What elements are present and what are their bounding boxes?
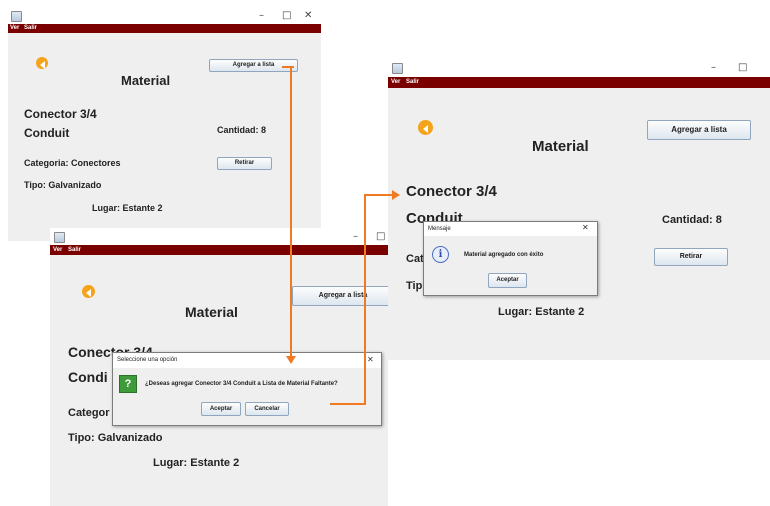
menu-ver[interactable]: Ver <box>10 24 19 33</box>
flow-connector <box>364 194 394 196</box>
flow-arrow-down <box>286 356 296 364</box>
add-to-list-button[interactable]: Agregar a lista <box>647 120 751 140</box>
menu-bar: Ver Salir <box>8 24 321 33</box>
item-name-line2: Conduit <box>24 126 70 140</box>
remove-button[interactable]: Retirar <box>217 157 272 170</box>
accept-button[interactable]: Aceptar <box>201 402 241 416</box>
add-to-list-button[interactable]: Agregar a lista <box>292 286 388 306</box>
back-arrow-icon[interactable] <box>418 120 433 135</box>
dialog-title: Seleccione una opción <box>117 357 178 363</box>
category-label: Categoria: Conectores <box>24 158 121 168</box>
close-button[interactable]: ✕ <box>304 9 312 23</box>
menu-salir[interactable]: Salir <box>68 245 81 255</box>
page-title: Material <box>185 304 238 320</box>
flow-connector <box>364 194 366 405</box>
confirm-dialog: Seleccione una opción ✕ ? ¿Deseas agrega… <box>112 352 382 426</box>
app-icon <box>54 232 65 243</box>
menu-salir[interactable]: Salir <box>406 77 419 88</box>
type-label: Tipo: Galvanizado <box>24 180 102 190</box>
maximize-button[interactable]: □ <box>738 61 747 75</box>
back-arrow-icon[interactable] <box>36 57 48 69</box>
item-name-line2: Condi <box>68 369 108 385</box>
menu-ver[interactable]: Ver <box>53 245 62 255</box>
menu-salir[interactable]: Salir <box>24 24 37 33</box>
item-name-line1: Conector 3/4 <box>406 183 497 200</box>
app-icon <box>11 11 22 22</box>
dialog-close-button[interactable]: ✕ <box>367 355 374 364</box>
page-title: Material <box>532 138 589 155</box>
menu-ver[interactable]: Ver <box>391 77 400 88</box>
window-3: – □ Ver Salir Material Agregar a lista C… <box>388 58 770 360</box>
location-label: Lugar: Estante 2 <box>153 457 240 469</box>
quantity-label: Cantidad: 8 <box>662 214 722 226</box>
back-arrow-icon[interactable] <box>82 285 95 298</box>
location-label: Lugar: Estante 2 <box>92 203 163 213</box>
info-icon: i <box>432 246 449 263</box>
category-label: Categor <box>68 407 110 419</box>
title-bar: – □ <box>50 228 388 245</box>
question-icon: ? <box>119 375 137 393</box>
message-dialog: Mensaje ✕ i Material agregado con éxito … <box>423 221 598 296</box>
type-label: Tip <box>406 280 423 292</box>
category-label: Cat <box>406 253 424 265</box>
item-name-line1: Conector 3/4 <box>24 107 97 121</box>
dialog-title: Mensaje <box>428 226 451 232</box>
title-bar: – □ <box>388 58 770 77</box>
maximize-button[interactable]: □ <box>282 9 291 23</box>
accept-button[interactable]: Aceptar <box>488 273 527 288</box>
minimize-button[interactable]: – <box>353 230 358 244</box>
maximize-button[interactable]: □ <box>376 230 385 244</box>
dialog-message: Material agregado con éxito <box>464 252 544 258</box>
flow-connector <box>330 403 366 405</box>
page-title: Material <box>121 73 171 88</box>
dialog-title-bar: Seleccione una opción <box>113 353 381 368</box>
quantity-label: Cantidad: 8 <box>217 125 267 135</box>
flow-arrow-right <box>392 190 400 200</box>
flow-connector <box>282 66 294 68</box>
minimize-button[interactable]: – <box>711 61 716 75</box>
menu-bar: Ver Salir <box>50 245 388 255</box>
type-label: Tipo: Galvanizado <box>68 432 163 444</box>
app-icon <box>392 63 403 74</box>
cancel-button[interactable]: Cancelar <box>245 402 289 416</box>
remove-button[interactable]: Retirar <box>654 248 728 266</box>
dialog-title-bar: Mensaje <box>424 222 597 236</box>
window-1: – □ ✕ Ver Salir Material Agregar a lista… <box>8 8 321 241</box>
title-bar: – □ ✕ <box>8 8 321 24</box>
flow-connector <box>290 66 292 358</box>
menu-bar: Ver Salir <box>388 77 770 88</box>
dialog-close-button[interactable]: ✕ <box>582 223 589 232</box>
minimize-button[interactable]: – <box>259 9 264 23</box>
location-label: Lugar: Estante 2 <box>498 306 585 318</box>
dialog-message: ¿Deseas agregar Conector 3/4 Conduit a L… <box>145 381 338 387</box>
